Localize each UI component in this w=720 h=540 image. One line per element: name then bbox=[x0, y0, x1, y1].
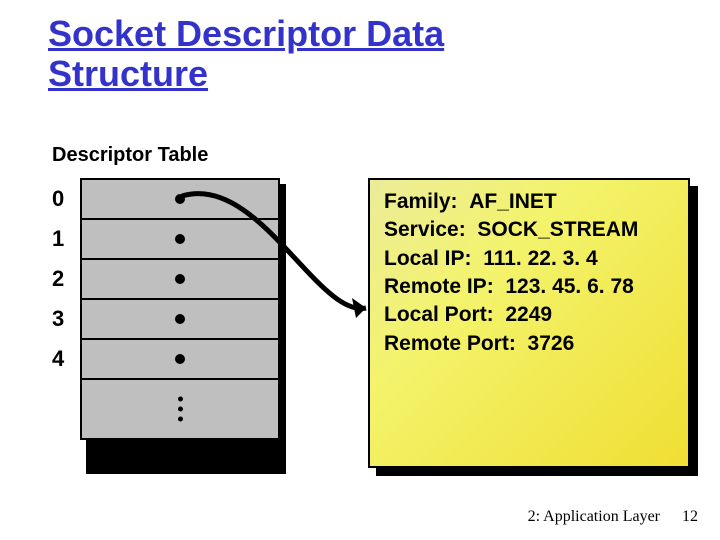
descriptor-table-label: Descriptor Table bbox=[52, 144, 208, 167]
detail-remote-port: Remote Port: 3726 bbox=[384, 330, 676, 358]
footer-page-number: 12 bbox=[682, 508, 698, 525]
table-row: 2 bbox=[82, 260, 278, 300]
socket-detail-box: Family: AF_INET Service: SOCK_STREAM Loc… bbox=[368, 178, 690, 468]
row-index: 1 bbox=[52, 226, 64, 252]
row-index: 2 bbox=[52, 266, 64, 292]
table-body: 0 1 2 3 4 bbox=[80, 178, 280, 440]
detail-body: Family: AF_INET Service: SOCK_STREAM Loc… bbox=[368, 178, 690, 468]
table-row: 0 bbox=[82, 180, 278, 220]
detail-service: Service: SOCK_STREAM bbox=[384, 216, 676, 244]
dot-icon bbox=[175, 354, 185, 364]
dot-icon bbox=[175, 234, 185, 244]
detail-remote-ip: Remote IP: 123. 45. 6. 78 bbox=[384, 273, 676, 301]
row-index: 0 bbox=[52, 186, 64, 212]
detail-local-ip: Local IP: 111. 22. 3. 4 bbox=[384, 245, 676, 273]
dot-icon bbox=[175, 194, 185, 204]
dot-icon bbox=[175, 314, 185, 324]
row-index: 4 bbox=[52, 346, 64, 372]
dot-icon bbox=[175, 274, 185, 284]
detail-family: Family: AF_INET bbox=[384, 188, 676, 216]
footer: 2: Application Layer 12 bbox=[528, 508, 698, 526]
table-row: 4 bbox=[82, 340, 278, 380]
vertical-ellipsis-icon bbox=[177, 397, 183, 422]
descriptor-table: 0 1 2 3 4 bbox=[80, 178, 280, 440]
detail-local-port: Local Port: 2249 bbox=[384, 301, 676, 329]
row-index: 3 bbox=[52, 306, 64, 332]
slide-title: Socket Descriptor Data Structure bbox=[48, 14, 444, 93]
table-row: 1 bbox=[82, 220, 278, 260]
footer-chapter: 2: Application Layer bbox=[528, 508, 660, 525]
table-row: 3 bbox=[82, 300, 278, 340]
table-row-ellipsis bbox=[82, 380, 278, 438]
